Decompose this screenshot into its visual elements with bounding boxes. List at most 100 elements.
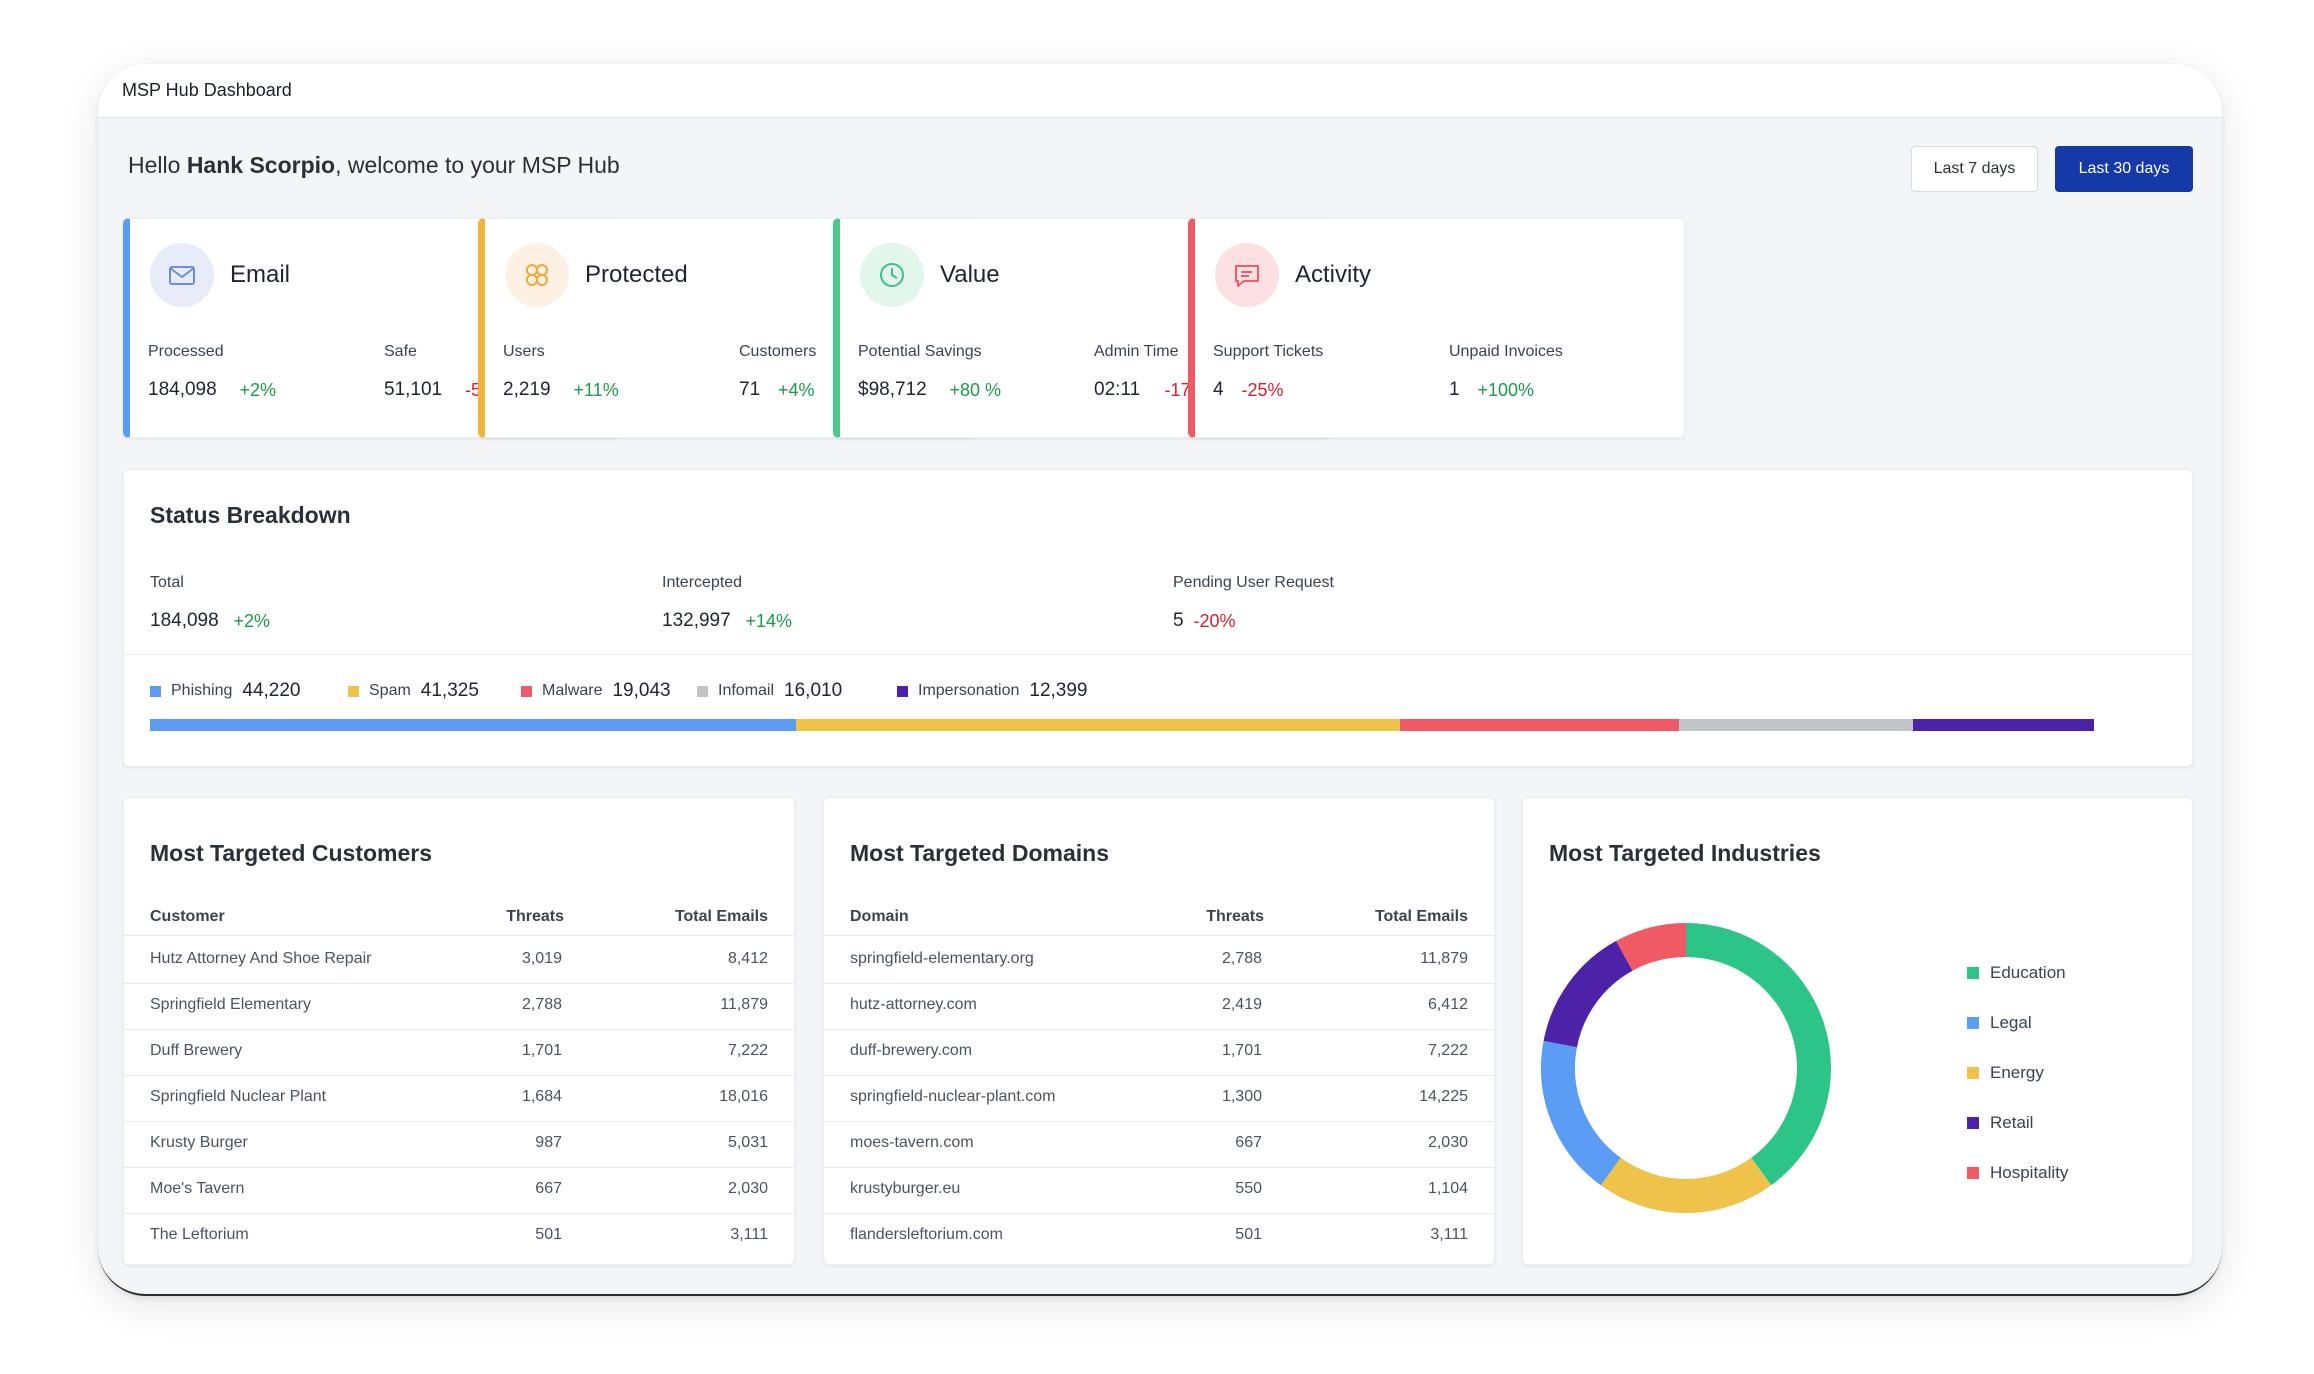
stat-card-activity: Activity Support Tickets 4 -25% Unpaid Invoi… (1188, 218, 1685, 438)
metric-label: Safe (384, 343, 417, 360)
table-row[interactable]: springfield-nuclear-plant.com 1,300 14,225 (824, 1076, 1494, 1122)
table-cell: 2,030 (1427, 1134, 1468, 1151)
donut-slice-legal[interactable] (1541, 1040, 1622, 1186)
legend-value: 41,325 (420, 680, 479, 701)
table-row[interactable]: krustyburger.eu 550 1,104 (824, 1168, 1494, 1214)
legend-swatch (697, 685, 708, 697)
people-icon (505, 243, 569, 307)
legend-spam: Spam 41,325 (348, 680, 479, 702)
legend-impersonation: Impersonation 12,399 (897, 680, 1088, 702)
last-30-days-button[interactable]: Last 30 days (2055, 146, 2193, 192)
stat-card-title: Activity (1295, 261, 1372, 288)
table-cell: Duff Brewery (150, 1042, 243, 1059)
legend-label: Education (1990, 963, 2066, 982)
greeting-suffix: , welcome to your MSP Hub (335, 152, 620, 178)
status-metric-value: 5 (1173, 610, 1184, 631)
bar-segment-phishing (150, 719, 797, 731)
table-cell: 987 (535, 1134, 562, 1151)
column-header[interactable]: Threats (1206, 908, 1264, 926)
table-cell: 1,104 (1427, 1180, 1468, 1197)
table-row[interactable]: hutz-attorney.com 2,419 6,412 (824, 984, 1494, 1030)
legend-swatch (1967, 1167, 1979, 1179)
metric-label: Customers (739, 343, 817, 360)
metric-value: 2,219 (503, 379, 551, 400)
column-header[interactable]: Threats (506, 908, 564, 926)
legend-label: Retail (1990, 1113, 2034, 1132)
metric-label: Users (503, 343, 545, 360)
table-cell: 6,412 (1427, 996, 1468, 1013)
industry-legend-education: Education (1967, 963, 2066, 983)
column-header[interactable]: Total Emails (1375, 908, 1468, 926)
table-row[interactable]: moes-tavern.com 667 2,030 (824, 1122, 1494, 1168)
legend-swatch (150, 685, 161, 697)
industry-legend-energy: Energy (1967, 1063, 2044, 1083)
table-row[interactable]: Springfield Nuclear Plant 1,684 18,016 (124, 1076, 794, 1122)
table-cell: 11,879 (720, 996, 768, 1013)
bar-segment-malware (1400, 719, 1679, 731)
donut-slice-hospitality[interactable] (1616, 923, 1687, 971)
column-header[interactable]: Customer (150, 908, 225, 926)
table-cell: Hutz Attorney And Shoe Repair (150, 950, 372, 967)
chat-icon (1215, 243, 1279, 307)
table-row[interactable]: Springfield Elementary 2,788 11,879 (124, 984, 794, 1030)
metric-delta: +4% (778, 380, 815, 400)
table-cell: 5,031 (727, 1134, 768, 1151)
table-cell: 501 (1235, 1226, 1262, 1243)
metric-label: Unpaid Invoices (1449, 343, 1563, 360)
legend-label: Spam (369, 682, 411, 699)
table-row[interactable]: Hutz Attorney And Shoe Repair 3,019 8,412 (124, 938, 794, 984)
donut-slice-retail[interactable] (1543, 940, 1633, 1048)
table-cell: 2,788 (1221, 950, 1262, 967)
divider (824, 935, 1494, 936)
greeting-user-name: Hank Scorpio (186, 152, 336, 178)
legend-swatch (1967, 1117, 1979, 1129)
table-row[interactable]: The Leftorium 501 3,111 (124, 1214, 794, 1260)
table-row[interactable]: duff-brewery.com 1,701 7,222 (824, 1030, 1494, 1076)
table-cell: 1,701 (521, 1042, 562, 1059)
column-header[interactable]: Domain (850, 908, 909, 926)
stat-card-title: Value (940, 261, 1000, 288)
bar-segment-spam (796, 719, 1401, 731)
metric-delta: +11% (573, 380, 619, 400)
table-cell: springfield-nuclear-plant.com (850, 1088, 1056, 1105)
table-cell: 2,030 (727, 1180, 768, 1197)
table-cell: 18,016 (719, 1088, 768, 1105)
metric-label: Support Tickets (1213, 343, 1324, 360)
last-7-days-button[interactable]: Last 7 days (1911, 146, 2038, 192)
table-cell: Springfield Elementary (150, 996, 311, 1013)
table-row[interactable]: Moe's Tavern 667 2,030 (124, 1168, 794, 1214)
table-row[interactable]: Duff Brewery 1,701 7,222 (124, 1030, 794, 1076)
table-cell: 2,419 (1221, 996, 1262, 1013)
status-breakdown-title: Status Breakdown (150, 502, 351, 528)
table-cell: The Leftorium (150, 1226, 249, 1243)
legend-label: Hospitality (1990, 1163, 2069, 1182)
window-title: MSP Hub Dashboard (122, 80, 292, 100)
donut-slice-energy[interactable] (1600, 1157, 1772, 1213)
status-metric-delta: -20% (1193, 611, 1236, 631)
customers_table-title: Most Targeted Customers (150, 840, 433, 866)
status-metric-value: 132,997 (662, 610, 731, 631)
table-row[interactable]: springfield-elementary.org 2,788 11,879 (824, 938, 1494, 984)
column-header[interactable]: Total Emails (675, 908, 768, 926)
industry-legend-legal: Legal (1967, 1013, 2032, 1033)
table-row[interactable]: flandersleftorium.com 501 3,111 (824, 1214, 1494, 1260)
metric-delta: +2% (239, 380, 277, 400)
table-cell: 550 (1235, 1180, 1262, 1197)
status-metric-delta: +2% (233, 611, 271, 631)
legend-label: Infomail (718, 682, 775, 699)
legend-swatch (348, 685, 359, 697)
table-cell: 667 (535, 1180, 562, 1197)
table-cell: 501 (535, 1226, 562, 1243)
table-cell: 7,222 (727, 1042, 768, 1059)
table-row[interactable]: Krusty Burger 987 5,031 (124, 1122, 794, 1168)
table-cell: Springfield Nuclear Plant (150, 1088, 327, 1105)
legend-malware: Malware 19,043 (521, 680, 671, 702)
status-metric-label: Total (150, 574, 184, 591)
table-cell: Moe's Tavern (150, 1180, 245, 1197)
industries-card: Most Targeted Industries Education Legal E… (1522, 797, 2193, 1265)
legend-label: Phishing (171, 682, 233, 699)
donut-slice-education[interactable] (1685, 923, 1831, 1186)
legend-value: 12,399 (1029, 680, 1088, 701)
table-cell: 7,222 (1427, 1042, 1468, 1059)
table-cell: flandersleftorium.com (850, 1226, 1003, 1243)
